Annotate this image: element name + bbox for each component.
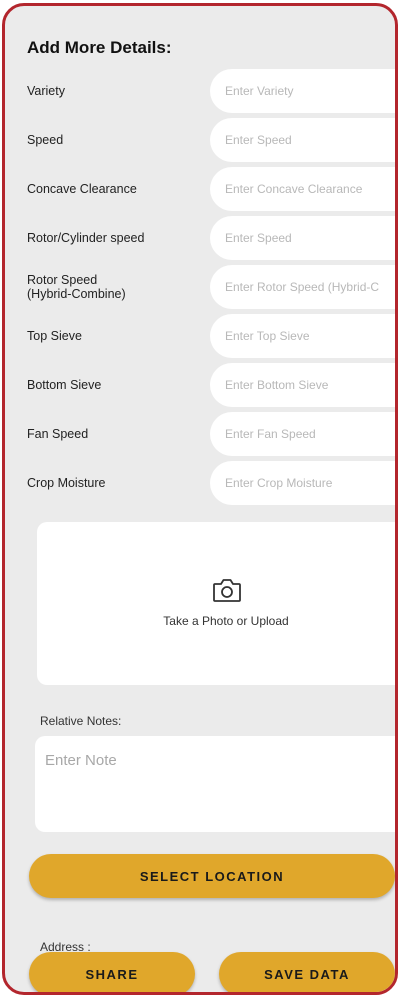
notes-label: Relative Notes: xyxy=(40,714,122,728)
photo-upload-area[interactable]: Take a Photo or Upload xyxy=(37,522,395,685)
save-data-button[interactable]: SAVE DATA xyxy=(219,952,395,992)
page-title: Add More Details: xyxy=(27,38,172,57)
field-row-bottom-sieve: Bottom Sieve Enter Bottom Sieve xyxy=(5,363,395,407)
field-row-top-sieve: Top Sieve Enter Top Sieve xyxy=(5,314,395,358)
field-label-rotor-cylinder-speed: Rotor/Cylinder speed xyxy=(27,231,145,245)
field-label-fan-speed: Fan Speed xyxy=(27,427,89,441)
field-label-bottom-sieve: Bottom Sieve xyxy=(27,378,102,392)
share-button[interactable]: SHARE xyxy=(29,952,195,992)
field-label-top-sieve: Top Sieve xyxy=(27,329,82,343)
notes-input[interactable]: Enter Note xyxy=(35,736,395,832)
fan-speed-input[interactable]: Enter Fan Speed xyxy=(210,412,395,456)
field-row-speed: Speed Enter Speed xyxy=(5,118,395,162)
concave-clearance-input[interactable]: Enter Concave Clearance xyxy=(210,167,395,211)
field-row-concave-clearance: Concave Clearance Enter Concave Clearanc… xyxy=(5,167,395,211)
rotor-cylinder-speed-input[interactable]: Enter Speed xyxy=(210,216,395,260)
speed-input[interactable]: Enter Speed xyxy=(210,118,395,162)
rotor-speed-hybrid-input[interactable]: Enter Rotor Speed (Hybrid-C xyxy=(210,265,395,309)
variety-input[interactable]: Enter Variety xyxy=(210,69,395,113)
field-label-rotor-speed-hybrid: Rotor Speed (Hybrid-Combine) xyxy=(27,273,126,301)
field-row-rotor-speed-hybrid: Rotor Speed (Hybrid-Combine) Enter Rotor… xyxy=(5,265,395,309)
field-row-fan-speed: Fan Speed Enter Fan Speed xyxy=(5,412,395,456)
crop-moisture-input[interactable]: Enter Crop Moisture xyxy=(210,461,395,505)
field-label-variety: Variety xyxy=(27,84,65,98)
field-row-variety: Variety Enter Variety xyxy=(5,69,395,113)
field-label-concave-clearance: Concave Clearance xyxy=(27,182,137,196)
field-label-crop-moisture: Crop Moisture xyxy=(27,476,106,490)
details-panel: Add More Details: Variety Enter Variety … xyxy=(2,3,398,995)
field-row-rotor-cylinder-speed: Rotor/Cylinder speed Enter Speed xyxy=(5,216,395,260)
field-label-speed: Speed xyxy=(27,133,64,147)
select-location-button[interactable]: SELECT LOCATION xyxy=(29,854,395,898)
camera-icon xyxy=(213,579,241,602)
top-sieve-input[interactable]: Enter Top Sieve xyxy=(210,314,395,358)
upload-label: Take a Photo or Upload xyxy=(163,614,289,628)
bottom-sieve-input[interactable]: Enter Bottom Sieve xyxy=(210,363,395,407)
field-row-crop-moisture: Crop Moisture Enter Crop Moisture xyxy=(5,461,395,505)
